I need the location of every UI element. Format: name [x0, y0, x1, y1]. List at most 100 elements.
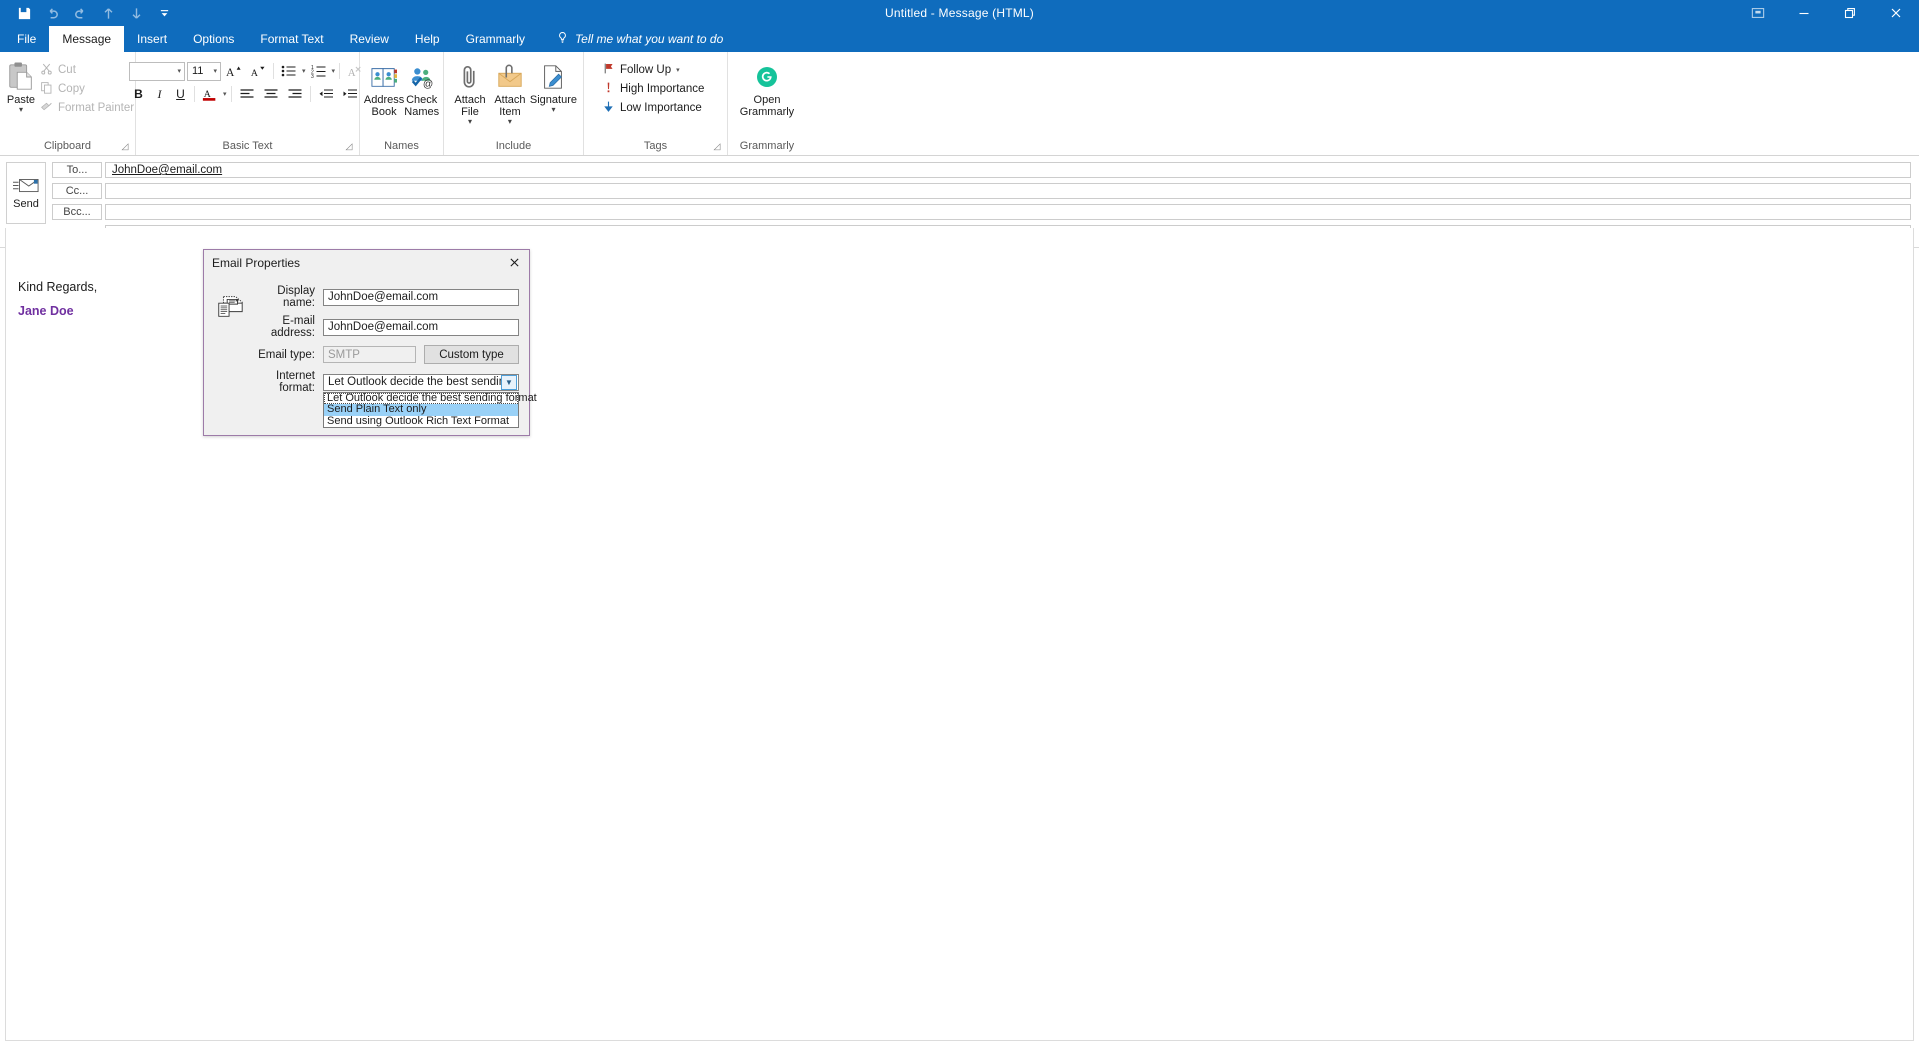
- chevron-down-icon[interactable]: ▾: [213, 67, 217, 75]
- minimize-icon[interactable]: [1781, 0, 1827, 26]
- chevron-down-icon[interactable]: ▾: [332, 67, 336, 75]
- open-grammarly-button[interactable]: Open Grammarly: [734, 56, 800, 118]
- ribbon-tab-bar: File Message Insert Options Format Text …: [0, 26, 1919, 52]
- font-name-input[interactable]: ▾: [128, 61, 185, 81]
- scissors-icon: [40, 62, 53, 78]
- check-names-button[interactable]: @ Check Names: [404, 56, 439, 118]
- paste-button[interactable]: Paste ▾: [6, 56, 36, 114]
- basic-text-dialog-launcher[interactable]: ◿: [344, 141, 354, 151]
- tab-file[interactable]: File: [4, 26, 49, 52]
- previous-item-icon[interactable]: [94, 1, 122, 25]
- email-type-input: SMTP: [323, 346, 416, 363]
- include-group-label: Include: [495, 140, 532, 152]
- tab-insert[interactable]: Insert: [124, 26, 180, 52]
- close-icon[interactable]: [501, 252, 527, 274]
- copy-label: Copy: [58, 82, 85, 95]
- grow-font-button[interactable]: A: [223, 61, 245, 81]
- chevron-down-icon[interactable]: ▾: [19, 106, 23, 114]
- copy-button[interactable]: Copy: [36, 79, 138, 98]
- cut-button[interactable]: Cut: [36, 60, 138, 79]
- chevron-down-icon[interactable]: ▾: [177, 67, 181, 75]
- chevron-down-icon[interactable]: ▾: [223, 90, 227, 98]
- tab-options[interactable]: Options: [180, 26, 247, 52]
- copy-icon: [40, 81, 53, 97]
- low-importance-button[interactable]: Low Importance: [598, 98, 708, 117]
- redo-icon[interactable]: [66, 1, 94, 25]
- check-names-label-2: Names: [404, 106, 440, 118]
- italic-button[interactable]: I: [150, 84, 169, 104]
- follow-up-button[interactable]: Follow Up ▾: [598, 60, 708, 79]
- align-left-button[interactable]: [236, 84, 258, 104]
- format-painter-button[interactable]: Format Painter: [36, 98, 138, 117]
- custom-type-button[interactable]: Custom type: [424, 345, 519, 364]
- attach-file-button[interactable]: Attach File ▾: [450, 56, 490, 126]
- tab-review[interactable]: Review: [337, 26, 402, 52]
- tab-format-text[interactable]: Format Text: [247, 26, 336, 52]
- customize-quick-access-toolbar-icon[interactable]: [150, 1, 178, 25]
- save-icon[interactable]: [10, 1, 38, 25]
- email-address-row: E-mail address: JohnDoe@email.com: [246, 315, 519, 339]
- internet-format-dropdown-list[interactable]: Let Outlook decide the best sending form…: [323, 391, 537, 428]
- underline-button[interactable]: U: [171, 84, 190, 104]
- ribbon: Paste ▾ Cut Copy Format Painter Clipboar…: [0, 52, 1919, 179]
- dropdown-option-2[interactable]: Send using Outlook Rich Text Format: [324, 415, 518, 428]
- send-button[interactable]: Send: [6, 162, 46, 224]
- chevron-down-icon[interactable]: ▾: [676, 66, 680, 74]
- chevron-down-icon[interactable]: ▾: [302, 67, 306, 75]
- numbering-button[interactable]: 123: [308, 61, 330, 81]
- basic-text-group-label: Basic Text ◿: [222, 140, 354, 152]
- bcc-input[interactable]: [105, 204, 1911, 220]
- ribbon-group-clipboard: Paste ▾ Cut Copy Format Painter Clipboar…: [0, 52, 136, 155]
- close-icon[interactable]: [1873, 0, 1919, 26]
- ribbon-group-tags: Follow Up ▾ High Importance Low Importan…: [584, 52, 728, 155]
- clipboard-dialog-launcher[interactable]: ◿: [120, 141, 130, 151]
- address-book-button[interactable]: Address Book: [364, 56, 404, 118]
- follow-up-label: Follow Up: [620, 63, 672, 76]
- svg-text:A: A: [226, 66, 235, 78]
- email-address-input[interactable]: JohnDoe@email.com: [323, 318, 519, 336]
- svg-text:@: @: [423, 79, 433, 90]
- increase-indent-button[interactable]: [339, 84, 361, 104]
- tell-me-box[interactable]: Tell me what you want to do: [538, 26, 735, 52]
- align-right-button[interactable]: [284, 84, 306, 104]
- restore-icon[interactable]: [1827, 0, 1873, 26]
- cc-button[interactable]: Cc...: [52, 183, 102, 199]
- decrease-indent-button[interactable]: [315, 84, 337, 104]
- bcc-button[interactable]: Bcc...: [52, 204, 102, 220]
- tab-help[interactable]: Help: [402, 26, 453, 52]
- quick-access-toolbar: [0, 0, 178, 26]
- divider: [272, 63, 274, 79]
- arrow-down-icon: [602, 100, 615, 116]
- tags-dialog-launcher[interactable]: ◿: [712, 141, 722, 151]
- basic-text-row-2: B I U A ▾: [129, 84, 366, 104]
- divider: [309, 86, 311, 102]
- next-item-icon[interactable]: [122, 1, 150, 25]
- display-name-input[interactable]: JohnDoe@email.com: [323, 288, 519, 306]
- chevron-down-icon[interactable]: ▼: [501, 374, 517, 390]
- ribbon-display-options-icon[interactable]: [1735, 0, 1781, 26]
- attach-item-button[interactable]: Attach Item ▾: [490, 56, 530, 126]
- font-size-input[interactable]: 11 ▾: [186, 61, 221, 81]
- bold-button[interactable]: B: [129, 84, 148, 104]
- font-color-button[interactable]: A: [199, 84, 221, 104]
- align-center-button[interactable]: [260, 84, 282, 104]
- chevron-down-icon[interactable]: ▾: [508, 118, 512, 126]
- clipboard-group-label: Clipboard ◿: [43, 140, 130, 152]
- shrink-font-button[interactable]: A: [247, 61, 269, 81]
- high-importance-button[interactable]: High Importance: [598, 79, 708, 98]
- chevron-down-icon[interactable]: ▾: [551, 106, 555, 114]
- internet-format-combobox[interactable]: Let Outlook decide the best sending form…: [323, 373, 519, 391]
- window-controls: [1735, 0, 1919, 26]
- dropdown-option-1[interactable]: Send Plain Text only: [324, 404, 518, 416]
- chevron-down-icon[interactable]: ▾: [468, 118, 472, 126]
- tab-message[interactable]: Message: [49, 26, 125, 52]
- signature-button[interactable]: Signature ▾: [530, 56, 577, 114]
- to-input[interactable]: JohnDoe@email.com: [105, 162, 1911, 178]
- cc-input[interactable]: [105, 183, 1911, 199]
- undo-icon[interactable]: [38, 1, 66, 25]
- tab-grammarly[interactable]: Grammarly: [453, 26, 538, 52]
- internet-format-value: Let Outlook decide the best sending form: [328, 376, 501, 388]
- to-button[interactable]: To...: [52, 162, 102, 178]
- ribbon-group-names: Address Book @ Check Names Names: [360, 52, 444, 155]
- bullets-button[interactable]: [278, 61, 300, 81]
